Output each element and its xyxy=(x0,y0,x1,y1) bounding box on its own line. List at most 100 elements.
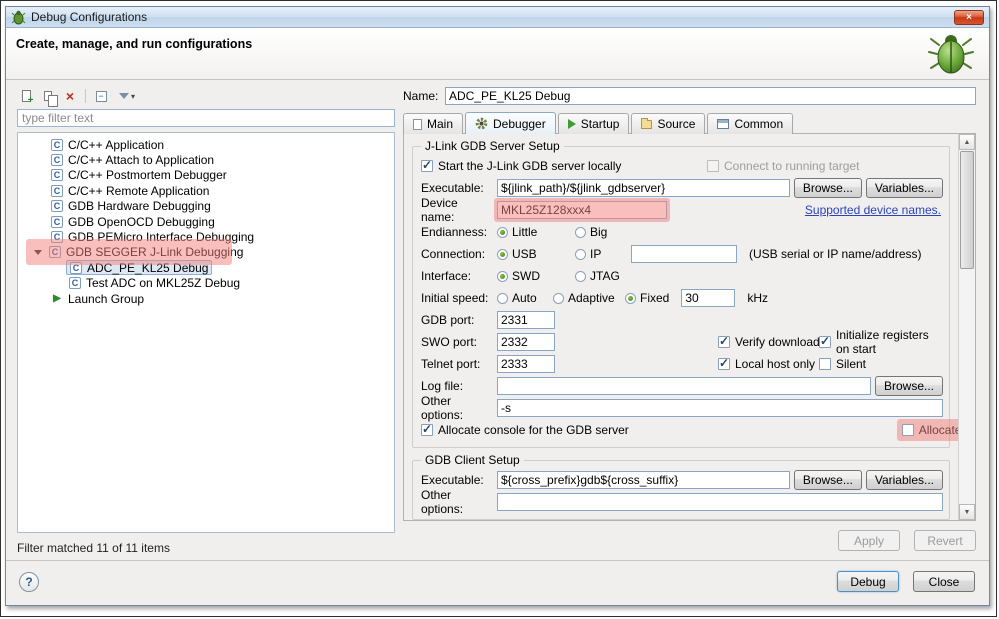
server-executable-input[interactable] xyxy=(497,179,790,197)
interface-jtag-radio[interactable]: JTAG xyxy=(575,269,620,283)
tree-item-gdb-hardware[interactable]: GDB Hardware Debugging xyxy=(18,199,394,214)
client-variables-button[interactable]: Variables... xyxy=(865,470,943,490)
radio-on-icon xyxy=(625,292,636,304)
device-name-input[interactable] xyxy=(497,201,667,219)
local-host-only-checkbox[interactable]: Local host only xyxy=(718,356,816,371)
gdb-client-group: GDB Client Setup Executable: Browse... V… xyxy=(412,453,950,520)
collapse-all-button[interactable]: − xyxy=(92,87,110,105)
toolbar-separator xyxy=(85,89,86,103)
client-other-options-input[interactable] xyxy=(497,493,943,511)
silent-checkbox[interactable]: Silent xyxy=(819,357,866,371)
c-icon xyxy=(49,246,61,259)
supported-device-names-link[interactable]: Supported device names. xyxy=(805,203,941,217)
tab-debugger[interactable]: Debugger xyxy=(465,112,556,134)
tab-label: Main xyxy=(427,117,454,131)
tree-item-cpp-postmortem[interactable]: C/C++ Postmortem Debugger xyxy=(18,168,394,183)
init-registers-checkbox[interactable]: Initialize registers on start xyxy=(819,328,943,356)
checkbox-label: Local host only xyxy=(735,357,816,371)
tree-item-gdb-pemicro[interactable]: GDB PEMicro Interface Debugging xyxy=(18,229,394,244)
dialog-footer: ? Debug Close xyxy=(6,560,989,605)
server-browse-button[interactable]: Browse... xyxy=(793,178,862,198)
close-button[interactable]: Close xyxy=(913,571,975,592)
tab-common[interactable]: Common xyxy=(707,113,794,134)
delete-launch-config-button[interactable]: × xyxy=(61,87,79,105)
log-file-label: Log file: xyxy=(421,379,464,393)
content-scrollbar[interactable]: ▲ ▼ xyxy=(958,134,975,520)
screen: Debug Configurations × Create, manage, a… xyxy=(0,0,997,617)
client-browse-button[interactable]: Browse... xyxy=(793,470,862,490)
allocate-semihosting-checkbox[interactable]: Allocate console for semihosting and SWO xyxy=(896,419,958,441)
tab-startup[interactable]: Startup xyxy=(557,113,630,134)
expander-icon[interactable] xyxy=(34,249,42,255)
tree-item-cpp-attach[interactable]: C/C++ Attach to Application xyxy=(18,152,394,167)
speed-adaptive-radio[interactable]: Adaptive xyxy=(553,291,621,305)
filter-input[interactable] xyxy=(17,109,395,127)
filter-launch-configs-button[interactable]: ▾ xyxy=(114,87,140,105)
tab-label: Debugger xyxy=(493,116,546,131)
initial-speed-label: Initial speed: xyxy=(421,291,489,305)
tree-item-cpp-remote[interactable]: C/C++ Remote Application xyxy=(18,183,394,198)
dropdown-arrow-icon: ▾ xyxy=(130,91,135,101)
new-launch-config-button[interactable] xyxy=(17,87,35,106)
gdb-port-input[interactable] xyxy=(497,311,555,329)
tree-item-label: C/C++ Remote Application xyxy=(68,183,210,198)
duplicate-launch-config-button[interactable] xyxy=(39,87,58,107)
scrollbar-thumb[interactable] xyxy=(960,151,974,269)
titlebar[interactable]: Debug Configurations × xyxy=(6,7,989,28)
connect-running-checkbox[interactable]: Connect to running target xyxy=(707,159,859,173)
checkbox-unchecked-icon xyxy=(707,160,719,172)
swo-port-input[interactable] xyxy=(497,333,555,351)
tree-item-gdb-segger-jlink[interactable]: GDB SEGGER J-Link Debugging xyxy=(18,238,394,265)
tree-item-cpp-application[interactable]: C/C++ Application xyxy=(18,137,394,152)
debug-button[interactable]: Debug xyxy=(837,571,899,592)
connection-usb-radio[interactable]: USB xyxy=(497,247,571,261)
speed-auto-radio[interactable]: Auto xyxy=(497,291,549,305)
scroll-up-button[interactable]: ▲ xyxy=(959,134,975,150)
revert-button[interactable]: Revert xyxy=(914,530,976,551)
log-file-input[interactable] xyxy=(497,377,871,395)
verify-downloads-checkbox[interactable]: Verify downloads xyxy=(718,334,826,349)
tree-item-gdb-openocd[interactable]: GDB OpenOCD Debugging xyxy=(18,214,394,229)
tree-item-test-adc-mkl25z-debug[interactable]: Test ADC on MKL25Z Debug xyxy=(18,276,394,291)
apply-button[interactable]: Apply xyxy=(838,530,900,551)
sidebar-toolbar: × − ▾ xyxy=(17,86,395,107)
tree-item-label: C/C++ Application xyxy=(68,137,165,152)
endian-little-radio[interactable]: Little xyxy=(497,225,571,239)
tree-item-launch-group[interactable]: Launch Group xyxy=(18,291,394,306)
speed-fixed-radio[interactable]: Fixed xyxy=(625,291,669,305)
launch-config-sidebar: × − ▾ C/C++ Application C/C++ Attach to … xyxy=(17,86,395,555)
scroll-down-button[interactable]: ▼ xyxy=(959,504,975,520)
endian-big-radio[interactable]: Big xyxy=(575,225,607,239)
telnet-port-input[interactable] xyxy=(497,355,555,373)
jlink-server-group: J-Link GDB Server Setup Start the J-Link… xyxy=(412,139,958,448)
connection-address-input[interactable] xyxy=(631,245,737,263)
filter-icon xyxy=(118,93,129,99)
tree-item-label: GDB SEGGER J-Link Debugging xyxy=(66,245,244,260)
connection-ip-radio[interactable]: IP xyxy=(575,247,627,261)
log-browse-button[interactable]: Browse... xyxy=(874,376,943,396)
radio-label: Adaptive xyxy=(568,291,615,305)
start-server-checkbox[interactable]: Start the J-Link GDB server locally xyxy=(421,158,621,173)
group-title: GDB Client Setup xyxy=(421,453,524,467)
server-other-options-input[interactable] xyxy=(497,399,943,417)
tree-item-label: Test ADC on MKL25Z Debug xyxy=(86,276,241,291)
tab-label: Startup xyxy=(580,117,620,131)
allocate-server-console-checkbox[interactable]: Allocate console for the GDB server xyxy=(421,422,629,437)
help-button[interactable]: ? xyxy=(19,572,39,592)
tree-item-adc-pe-kl25-debug[interactable]: ADC_PE_KL25 Debug xyxy=(18,260,394,276)
server-variables-button[interactable]: Variables... xyxy=(865,178,943,198)
radio-off-icon xyxy=(497,292,508,304)
interface-swd-radio[interactable]: SWD xyxy=(497,269,571,283)
tab-source[interactable]: Source xyxy=(631,113,706,134)
window-close-button[interactable]: × xyxy=(954,9,984,25)
config-name-input[interactable] xyxy=(445,87,976,105)
radio-on-icon xyxy=(497,226,508,238)
main-tab-icon xyxy=(413,118,422,130)
c-icon xyxy=(51,231,63,244)
panel-sash[interactable] xyxy=(397,86,401,555)
c-icon xyxy=(51,215,63,228)
speed-value-input[interactable] xyxy=(681,289,736,307)
tab-main[interactable]: Main xyxy=(403,113,464,134)
client-executable-input[interactable] xyxy=(497,471,790,489)
debugger-tab-content: J-Link GDB Server Setup Start the J-Link… xyxy=(403,133,976,521)
